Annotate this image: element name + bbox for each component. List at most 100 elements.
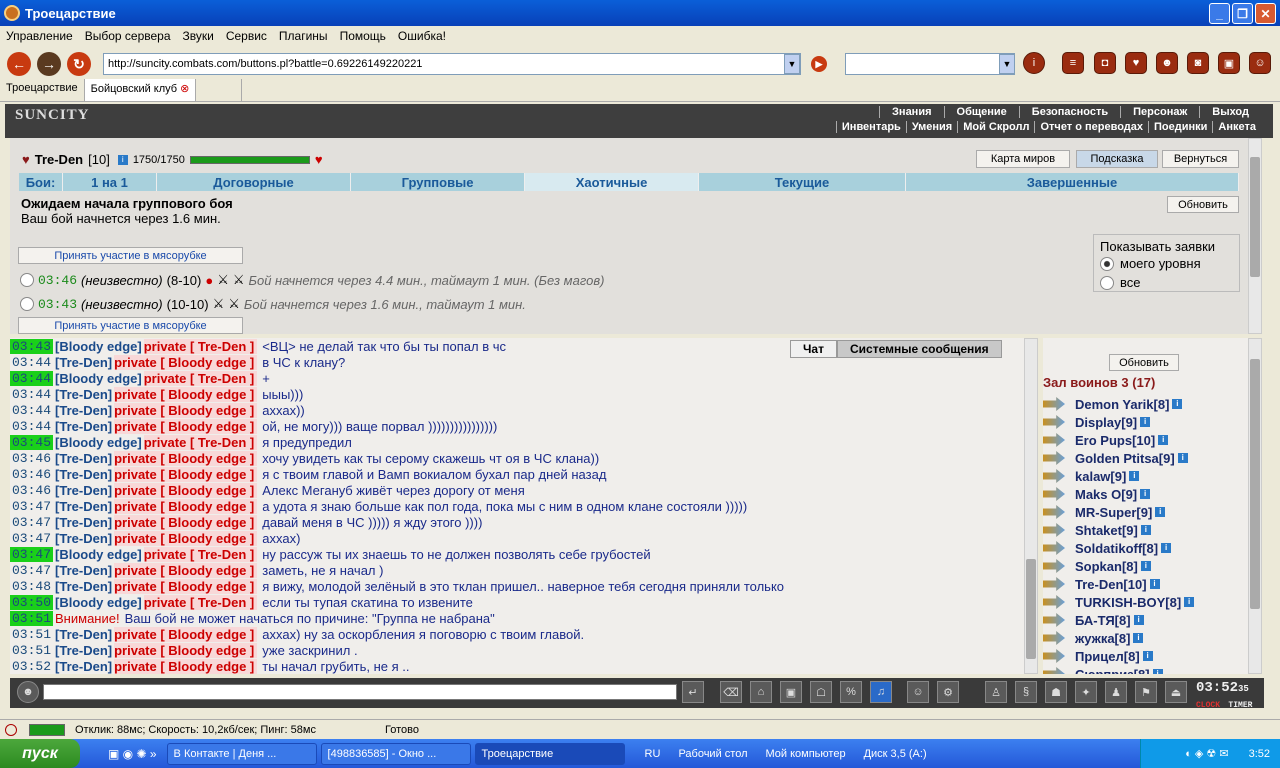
user-list-item[interactable]: TURKISH-BOY[8] i (1043, 593, 1195, 611)
user-list-item[interactable]: жужка[8] i (1043, 629, 1144, 647)
lang-indicator[interactable]: RU (645, 748, 661, 760)
chat-nick[interactable]: [Tre-Den] (55, 355, 112, 370)
info-icon[interactable]: i (1140, 489, 1151, 499)
menu-item-error[interactable]: Ошибка! (398, 29, 446, 43)
tab-fight-club[interactable]: Бойцовский клуб ⊗ (84, 79, 197, 101)
user-name[interactable]: Maks O[9] (1075, 487, 1137, 502)
chat-nick[interactable]: [Bloody edge] (55, 435, 142, 450)
task-icq[interactable]: [498836585] - Окно ... (320, 742, 471, 765)
menu-item-help[interactable]: Помощь (340, 29, 386, 43)
user-name[interactable]: Сюрприз[8] (1075, 667, 1150, 675)
tab-system-messages[interactable]: Системные сообщения (836, 340, 1002, 358)
chat-nick-name[interactable]: Tre-Den (59, 579, 107, 594)
chat-nick[interactable]: [Tre-Den] (55, 579, 112, 594)
chat-private-target[interactable]: private [ Bloody edge ] (114, 626, 258, 642)
user-name[interactable]: жужка[8] (1075, 631, 1130, 646)
user-name[interactable]: Display[9] (1075, 415, 1137, 430)
user-list-item[interactable]: БА-ТЯ[8] i (1043, 611, 1144, 629)
nav-exit[interactable]: Выход (1199, 106, 1261, 118)
search-dropdown-icon[interactable]: ▼ (999, 54, 1015, 74)
menu-item-sounds[interactable]: Звуки (183, 29, 214, 43)
chat-nick-name[interactable]: Tre-Den (59, 515, 107, 530)
user-list-item[interactable]: MR-Super[9] i (1043, 503, 1166, 521)
address-input[interactable]: http://suncity.combats.com/buttons.pl?ba… (103, 53, 801, 75)
user-name[interactable]: MR-Super[9] (1075, 505, 1152, 520)
info-icon[interactable]: i (1133, 615, 1144, 625)
chat-private-target[interactable]: private [ Bloody edge ] (114, 418, 258, 434)
group-icon[interactable]: ♟ (1105, 681, 1127, 703)
forward-icon[interactable]: → (37, 52, 61, 76)
user-name[interactable]: Sopkan[8] (1075, 559, 1138, 574)
chat-private-target[interactable]: private [ Bloody edge ] (114, 354, 258, 370)
back-icon[interactable]: ← (7, 52, 31, 76)
info-icon[interactable]: i (1142, 651, 1153, 661)
info-icon[interactable]: i (1023, 52, 1045, 74)
chat-nick-name[interactable]: Tre-Den (59, 563, 107, 578)
info-icon[interactable]: i (1161, 543, 1172, 553)
nav-security[interactable]: Безопасность (1018, 106, 1120, 118)
tab-group[interactable]: Групповые (351, 173, 525, 191)
user-list-item[interactable]: Tre-Den[10] i (1043, 575, 1160, 593)
emoji-icon[interactable]: ☺ (907, 681, 929, 703)
world-map-button[interactable]: Карта миров (976, 150, 1070, 168)
nav-my-scroll[interactable]: Мой Скролл (957, 121, 1034, 133)
refresh-button[interactable]: Обновить (1167, 196, 1239, 213)
user-name[interactable]: Прицел[8] (1075, 649, 1140, 664)
chat-private-target[interactable]: private [ Bloody edge ] (114, 466, 258, 482)
tab-agreed[interactable]: Договорные (157, 173, 351, 191)
chat-scrollbar[interactable] (1024, 338, 1038, 674)
menu-item-server[interactable]: Выбор сервера (85, 29, 171, 43)
chat-private-target[interactable]: private [ Bloody edge ] (114, 498, 258, 514)
join-battle-button-2[interactable]: Принять участие в мясорубке (18, 317, 243, 334)
eraser-icon[interactable]: ⌫ (720, 681, 742, 703)
chat-nick[interactable]: [Tre-Den] (55, 419, 112, 434)
info-icon[interactable]: i (1152, 669, 1163, 674)
nav-knowledge[interactable]: Знания (879, 106, 943, 118)
camera-icon[interactable]: ◘ (1094, 52, 1116, 74)
pause-icon[interactable] (5, 723, 17, 736)
chat-nick[interactable]: [Bloody edge] (55, 595, 142, 610)
chat-nick[interactable]: [Bloody edge] (55, 371, 142, 386)
tab-chat[interactable]: Чат (790, 340, 837, 358)
chat-private-target[interactable]: private [ Bloody edge ] (114, 578, 258, 594)
menu-item-service[interactable]: Сервис (226, 29, 267, 43)
user-list-item[interactable]: Ero Pups[10] i (1043, 431, 1169, 449)
chat-nick-name[interactable]: Bloody edge (59, 595, 137, 610)
chat-nick-name[interactable]: Tre-Den (59, 355, 107, 370)
chat-nick-name[interactable]: Tre-Den (59, 403, 107, 418)
chat-nick[interactable]: [Tre-Den] (55, 387, 112, 402)
chat-nick-name[interactable]: Tre-Den (59, 659, 107, 674)
info-icon[interactable]: i (1184, 597, 1195, 607)
chat-nick[interactable]: [Tre-Den] (55, 627, 112, 642)
chat-private-target[interactable]: private [ Bloody edge ] (114, 658, 258, 674)
chat-private-target[interactable]: private [ Tre-Den ] (143, 434, 258, 450)
chat-private-target[interactable]: private [ Bloody edge ] (114, 482, 258, 498)
refresh-users-button[interactable]: Обновить (1109, 354, 1179, 371)
info-icon[interactable]: i (1140, 525, 1151, 535)
chat-nick-name[interactable]: Bloody edge (59, 339, 137, 354)
nav-character[interactable]: Персонаж (1120, 106, 1199, 118)
user-name[interactable]: TURKISH-BOY[8] (1075, 595, 1181, 610)
nav-communication[interactable]: Общение (943, 106, 1019, 118)
mycomputer-link[interactable]: Мой компьютер (766, 748, 846, 760)
chat-private-target[interactable]: private [ Tre-Den ] (143, 594, 258, 610)
reload-icon[interactable]: ↻ (67, 52, 91, 76)
info-icon[interactable]: i (1177, 453, 1188, 463)
join-battle-button[interactable]: Принять участие в мясорубке (18, 247, 243, 264)
close-tab-icon[interactable]: ⊗ (180, 83, 189, 95)
chat-nick[interactable]: [Tre-Den] (55, 483, 112, 498)
user-name[interactable]: Shtaket[9] (1075, 523, 1138, 538)
exit-icon[interactable]: ⏏ (1165, 681, 1187, 703)
chat-nick[interactable]: [Tre-Den] (55, 643, 112, 658)
user-name[interactable]: БА-ТЯ[8] (1075, 613, 1131, 628)
info-icon[interactable]: i (1133, 633, 1144, 643)
go-icon[interactable]: ▶ (811, 56, 827, 72)
chat-nick[interactable]: [Tre-Den] (55, 403, 112, 418)
bag-icon[interactable]: ◙ (1187, 52, 1209, 74)
user-name[interactable]: Soldatikoff[8] (1075, 541, 1158, 556)
gear-icon[interactable]: ✦ (1075, 681, 1097, 703)
chat-nick[interactable]: [Bloody edge] (55, 339, 142, 354)
nav-inventory[interactable]: Инвентарь (835, 121, 906, 133)
start-button[interactable]: пуск (0, 739, 80, 768)
chat-nick-name[interactable]: Tre-Den (59, 419, 107, 434)
